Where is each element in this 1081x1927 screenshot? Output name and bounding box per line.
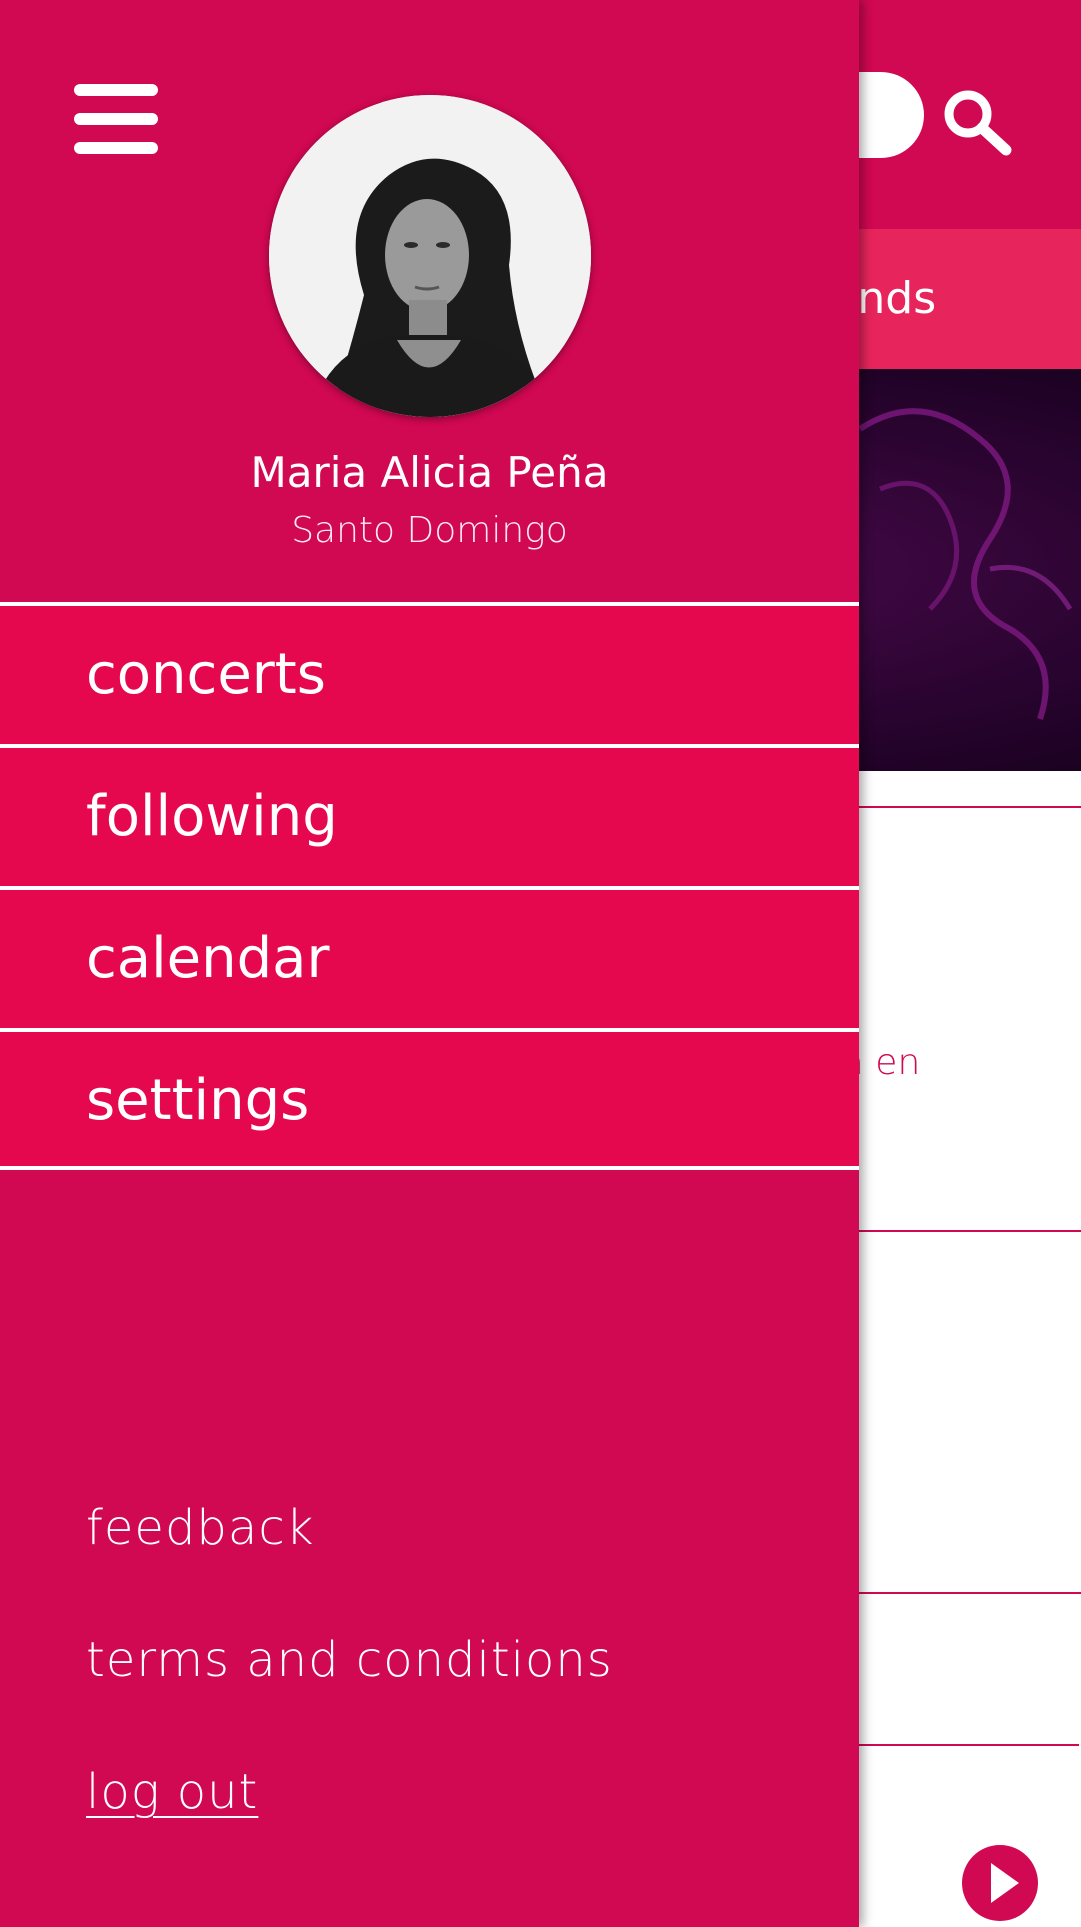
search-icon[interactable]: [940, 86, 1014, 160]
avatar[interactable]: [269, 95, 591, 417]
menu-item-settings[interactable]: settings: [0, 1028, 859, 1170]
terms-and-conditions-link[interactable]: terms and conditions: [86, 1632, 613, 1688]
play-icon[interactable]: [962, 1845, 1038, 1921]
navigation-drawer: Maria Alicia Peña Santo Domingo concerts…: [0, 0, 859, 1927]
log-out-link[interactable]: log out: [86, 1764, 258, 1820]
menu-item-label: calendar: [86, 926, 330, 991]
hamburger-bar: [74, 142, 158, 154]
hamburger-bar: [74, 84, 158, 96]
menu-item-concerts[interactable]: concerts: [0, 602, 859, 744]
profile-location: Santo Domingo: [291, 510, 568, 551]
menu-item-following[interactable]: following: [0, 744, 859, 886]
menu-item-label: concerts: [86, 642, 326, 707]
menu-item-label: following: [86, 784, 338, 849]
hamburger-icon[interactable]: [74, 84, 158, 154]
menu-item-label: settings: [86, 1068, 310, 1133]
drawer-menu: concerts following calendar settings: [0, 602, 859, 1170]
feedback-link[interactable]: feedback: [86, 1500, 315, 1556]
profile-name: Maria Alicia Peña: [250, 448, 609, 497]
hamburger-bar: [74, 113, 158, 125]
menu-item-calendar[interactable]: calendar: [0, 886, 859, 1028]
